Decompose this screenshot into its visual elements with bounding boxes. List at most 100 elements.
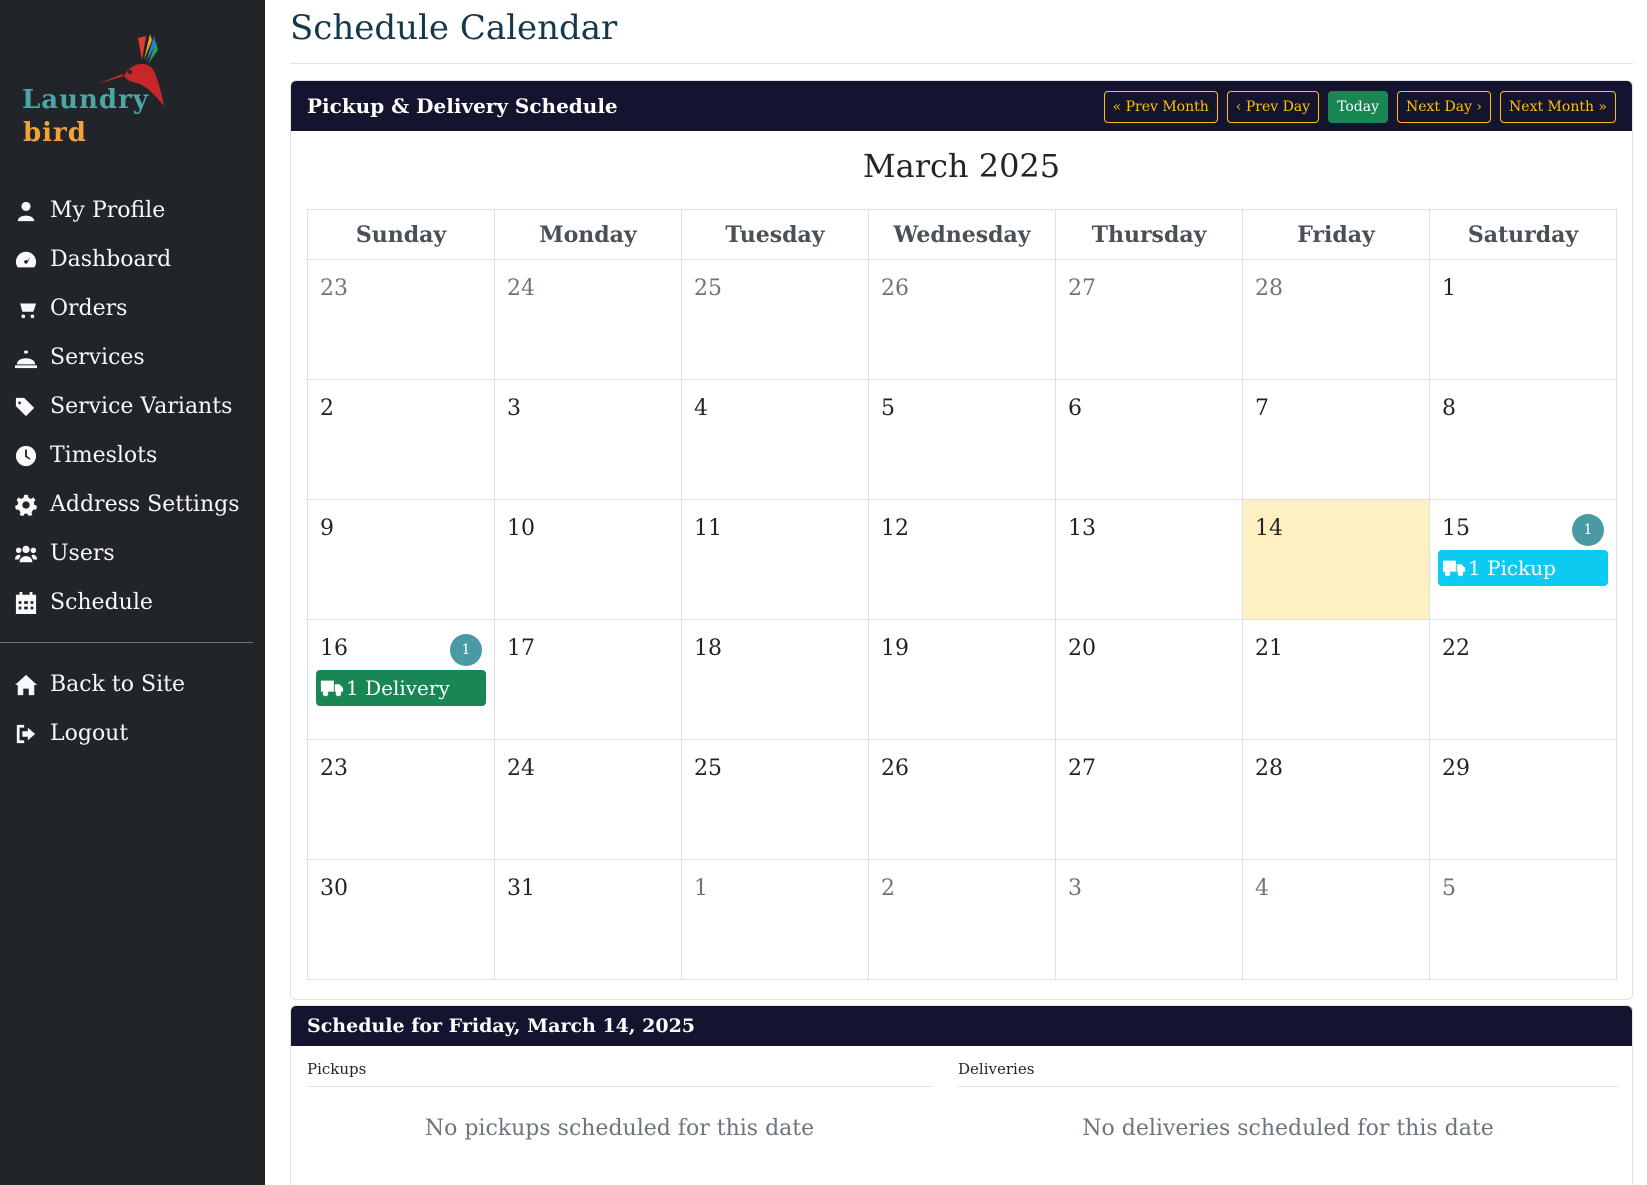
pickup-event[interactable]: 1 Pickup [1438,550,1608,586]
day-number: 16 [320,636,348,661]
calendar-day-cell[interactable]: 3 [494,379,682,500]
sidebar-item-timeslots[interactable]: Timeslots [0,431,265,480]
prev-month-button[interactable]: « Prev Month [1103,91,1218,123]
sidebar-bottom-nav: Back to Site Logout [0,660,265,758]
weekday-header: Sunday [307,209,495,260]
weekday-header: Wednesday [868,209,1056,260]
logout-icon [14,722,38,746]
calendar-day-cell[interactable]: 12 [868,499,1056,620]
calendar-day-cell[interactable]: 20 [1055,619,1243,740]
day-number: 21 [1255,636,1283,661]
calendar-card: Pickup & Delivery Schedule « Prev Month … [290,80,1633,1000]
bell-icon [14,346,38,370]
sidebar-item-label: Orders [50,296,128,321]
sidebar-item-label: My Profile [50,198,166,223]
calendar-day-cell[interactable]: 31 [494,859,682,980]
brand-line-2: bird [23,118,87,148]
sidebar-item-dashboard[interactable]: Dashboard [0,235,265,284]
calendar-day-cell[interactable]: 22 [1429,619,1617,740]
sidebar-item-services[interactable]: Services [0,333,265,382]
calendar-day-cell[interactable]: 19 [868,619,1056,740]
calendar-day-cell[interactable]: 14 [1242,499,1430,620]
calendar-day-cell[interactable]: 25 [681,259,869,380]
month-title: March 2025 [862,147,1061,185]
calendar-day-cell[interactable]: 9 [307,499,495,620]
calendar-week-row: 16 1 1 Delivery 17 18 19 20 21 22 [307,619,1617,740]
event-count-badge: 1 [450,634,482,666]
calendar-day-cell[interactable]: 4 [681,379,869,500]
sidebar-item-back-to-site[interactable]: Back to Site [0,660,265,709]
next-month-label: Next Month [1509,99,1594,115]
laundry-bird-logo[interactable]: Laundry bird [22,30,182,150]
calendar-day-cell[interactable]: 29 [1429,739,1617,860]
calendar-day-cell[interactable]: 30 [307,859,495,980]
schedule-card-title: Schedule for Friday, March 14, 2025 [307,1015,696,1037]
calendar-day-cell[interactable]: 28 [1242,739,1430,860]
weekday-header-row: Sunday Monday Tuesday Wednesday Thursday Frid… [307,209,1617,260]
calendar-day-cell[interactable]: 10 [494,499,682,620]
prev-day-button[interactable]: ‹ Prev Day [1226,91,1320,123]
calendar-day-cell[interactable]: 3 [1055,859,1243,980]
sidebar-item-logout[interactable]: Logout [0,709,265,758]
day-number: 7 [1255,396,1269,421]
calendar-card-header: Pickup & Delivery Schedule « Prev Month … [291,81,1632,131]
calendar-day-cell[interactable]: 6 [1055,379,1243,500]
sidebar-item-service-variants[interactable]: Service Variants [0,382,265,431]
weekday-header: Monday [494,209,682,260]
calendar-day-cell[interactable]: 17 [494,619,682,740]
sidebar-item-my-profile[interactable]: My Profile [0,186,265,235]
calendar-day-cell[interactable]: 23 [307,739,495,860]
double-chevron-left-icon: « [1112,99,1126,115]
delivery-event[interactable]: 1 Delivery [316,670,486,706]
calendar-day-cell[interactable]: 15 1 1 Pickup [1429,499,1617,620]
calendar-week-row: 23 24 25 26 27 28 1 [307,259,1617,380]
today-label: Today [1337,99,1379,115]
calendar-day-cell[interactable]: 5 [868,379,1056,500]
calendar-day-cell[interactable]: 7 [1242,379,1430,500]
calendar-day-cell[interactable]: 2 [307,379,495,500]
day-number: 27 [1068,276,1096,301]
sidebar-item-address-settings[interactable]: Address Settings [0,480,265,529]
calendar-day-cell[interactable]: 25 [681,739,869,860]
calendar-day-cell[interactable]: 24 [494,739,682,860]
calendar-day-cell[interactable]: 5 [1429,859,1617,980]
no-deliveries-message: No deliveries scheduled for this date [1082,1116,1494,1141]
sidebar-item-label: Address Settings [50,492,240,517]
day-number: 1 [1442,276,1456,301]
calendar-day-cell[interactable]: 11 [681,499,869,620]
calendar-day-cell[interactable]: 26 [868,739,1056,860]
calendar-day-cell[interactable]: 1 [1429,259,1617,380]
sidebar-item-users[interactable]: Users [0,529,265,578]
calendar-day-cell[interactable]: 18 [681,619,869,740]
next-month-button[interactable]: Next Month » [1500,91,1616,123]
sidebar-item-label: Timeslots [50,443,158,468]
calendar-day-cell[interactable]: 27 [1055,259,1243,380]
today-button[interactable]: Today [1328,91,1388,123]
day-number: 3 [507,396,521,421]
calendar-grid: Sunday Monday Tuesday Wednesday Thursday Frid… [307,209,1617,980]
calendar-day-cell[interactable]: 26 [868,259,1056,380]
tags-icon [14,395,38,419]
calendar-day-cell[interactable]: 23 [307,259,495,380]
calendar-day-cell[interactable]: 28 [1242,259,1430,380]
calendar-day-cell[interactable]: 2 [868,859,1056,980]
calendar-day-cell[interactable]: 13 [1055,499,1243,620]
sidebar-item-schedule[interactable]: Schedule [0,578,265,627]
calendar-day-cell[interactable]: 1 [681,859,869,980]
calendar-day-cell[interactable]: 8 [1429,379,1617,500]
calendar-day-cell[interactable]: 4 [1242,859,1430,980]
title-divider [290,63,1633,64]
event-label: 1 Pickup [1468,556,1556,580]
calendar-day-cell[interactable]: 24 [494,259,682,380]
day-number: 8 [1442,396,1456,421]
day-number: 26 [881,756,909,781]
calendar-day-cell[interactable]: 27 [1055,739,1243,860]
day-number: 20 [1068,636,1096,661]
day-number: 2 [320,396,334,421]
day-number: 11 [694,516,722,541]
calendar-day-cell[interactable]: 16 1 1 Delivery [307,619,495,740]
next-day-button[interactable]: Next Day › [1396,91,1492,123]
calendar-day-cell[interactable]: 21 [1242,619,1430,740]
day-number: 22 [1442,636,1470,661]
sidebar-item-orders[interactable]: Orders [0,284,265,333]
